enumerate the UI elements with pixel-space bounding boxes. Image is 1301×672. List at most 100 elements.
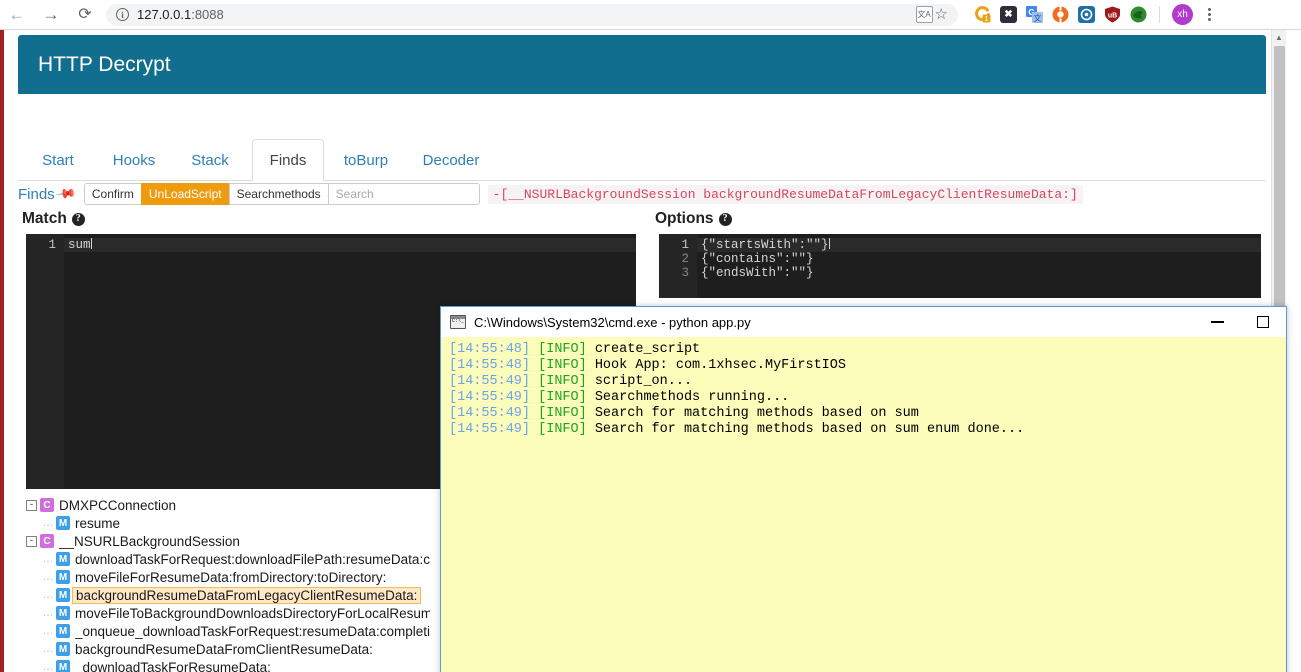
extension-green-dragon-icon[interactable] (1130, 6, 1147, 23)
line-number: 1 (48, 238, 56, 252)
help-icon[interactable]: ? (71, 212, 85, 226)
tab-finds[interactable]: Finds (252, 139, 324, 182)
tree-branch: … (42, 589, 55, 601)
browser-toolbar: ← → ⟳ i 127.0.0.1:8088 文A ☆ 1 ✖ G文 uB xh (0, 0, 1301, 30)
tab-label: toBurp (343, 152, 389, 169)
match-panel-title: Match ? (22, 210, 85, 228)
console-log-line: [14:55:49] [INFO] script_on... (449, 374, 1286, 390)
tree-item-label: backgroundResumeDataFromLegacyClientResu… (72, 586, 422, 604)
finds-toolbar: Finds 📌 Confirm UnLoadScript Searchmetho… (18, 182, 1083, 206)
help-icon[interactable]: ? (718, 212, 732, 226)
match-title-text: Match (22, 210, 67, 227)
tree-item-label: resume (75, 515, 121, 531)
profile-avatar[interactable]: xh (1172, 4, 1193, 25)
line-number: 3 (681, 266, 689, 280)
finds-section-label: Finds (18, 185, 55, 203)
log-message: Hook App: com.1xhsec.MyFirstIOS (586, 358, 846, 373)
unload-script-button[interactable]: UnLoadScript (140, 183, 229, 205)
tree-kind-badge: M (56, 624, 70, 638)
log-message: Search for matching methods based on sum… (586, 422, 1025, 437)
tree-branch: … (42, 607, 55, 619)
extension-google-translate-icon[interactable]: G文 (1026, 6, 1043, 23)
translate-icon[interactable]: 文A (915, 6, 933, 23)
tree-expander-icon[interactable]: - (26, 499, 37, 511)
tree-kind-badge: M (56, 660, 70, 672)
star-icon[interactable]: ☆ (935, 7, 948, 22)
tree-branch: … (42, 661, 55, 672)
tree-item[interactable]: … MbackgroundResumeDataFromClientResumeDa… (26, 640, 430, 658)
tree-item[interactable]: - C DMXPCConnection (26, 496, 430, 514)
tree-item[interactable]: … MdownloadTaskForRequest:downloadFilePat… (26, 550, 431, 568)
toolbar-divider (1159, 6, 1160, 23)
options-editor-code: {"startsWith":""} {"contains":""} {"ends… (701, 238, 1261, 280)
tab-decoder[interactable]: Decoder (410, 139, 492, 182)
tab-toburp[interactable]: toBurp (332, 139, 400, 182)
chrome-menu-icon[interactable] (1202, 8, 1217, 21)
tree-item[interactable]: - C __NSURLBackgroundSession (26, 532, 430, 550)
finds-button-group: Confirm UnLoadScript Searchmethods (83, 183, 480, 205)
extension-badge-c-icon[interactable]: 1 (974, 6, 991, 23)
search-methods-button[interactable]: Searchmethods (228, 183, 328, 205)
app-header: HTTP Decrypt (18, 35, 1266, 94)
tree-item-label: backgroundResumeDataFromClientResumeData… (75, 641, 373, 657)
tab-hooks[interactable]: Hooks (102, 139, 166, 182)
tab-label: Stack (191, 152, 229, 169)
tree-branch: … (42, 571, 55, 583)
svg-text:uB: uB (1108, 13, 1117, 20)
minimize-button[interactable] (1194, 307, 1240, 337)
screen-root: ← → ⟳ i 127.0.0.1:8088 文A ☆ 1 ✖ G文 uB xh… (0, 0, 1301, 672)
tree-item[interactable]: … M _downloadTaskForResumeData: (26, 658, 430, 672)
extension-blue-circle-icon[interactable] (1078, 6, 1095, 23)
extension-x-icon[interactable]: ✖ (1000, 6, 1017, 23)
code-line: sum (68, 238, 92, 252)
options-editor[interactable]: 1 2 3 {"startsWith":""} {"contains":""} … (659, 234, 1261, 298)
selected-selector: -[__NSURLBackgroundSession backgroundRes… (487, 184, 1083, 204)
tree-item[interactable]: … M _onqueue_downloadTaskForRequest:resume… (26, 622, 431, 640)
forward-button[interactable]: → (34, 1, 68, 29)
options-editor-gutter: 1 2 3 (659, 234, 697, 298)
address-bar-url: 127.0.0.1:8088 (137, 7, 224, 22)
options-title-text: Options (655, 210, 714, 227)
svg-text:1: 1 (985, 16, 989, 23)
log-message: Searchmethods running... (586, 390, 790, 405)
tree-item-label: downloadTaskForRequest:downloadFilePath:… (75, 551, 430, 567)
cmd-console-output[interactable]: [14:55:48] [INFO] create_script [14:55:48… (441, 337, 1286, 672)
back-button[interactable]: ← (0, 1, 34, 29)
tab-label: Hooks (112, 152, 156, 169)
tree-item[interactable]: … MmoveFileToBackgroundDownloadsDirectory… (26, 604, 431, 622)
scroll-up-arrow[interactable]: ▲ (1272, 30, 1286, 45)
console-log-line: [14:55:48] [INFO] create_script (449, 342, 1286, 358)
reload-button[interactable]: ⟳ (68, 1, 102, 29)
address-bar[interactable]: i 127.0.0.1:8088 文A ☆ (106, 3, 958, 26)
line-number: 2 (681, 252, 689, 266)
extension-shield-ub-icon[interactable]: uB (1104, 6, 1121, 23)
maximize-button[interactable] (1240, 307, 1286, 337)
extension-orange-circle-icon[interactable] (1052, 6, 1069, 23)
methods-tree[interactable]: - C DMXPCConnection… Mresume - C __NSURLBackgr… (26, 496, 430, 672)
tab-stack[interactable]: Stack (180, 139, 240, 182)
confirm-button[interactable]: Confirm (83, 183, 141, 205)
tree-kind-badge: M (56, 516, 70, 530)
tree-item[interactable]: … MbackgroundResumeDataFromLegacyClientRe… (26, 586, 430, 604)
site-info-icon[interactable]: i (116, 8, 129, 21)
console-log-line: [14:55:48] [INFO] Hook App: com.1xhsec.M… (449, 358, 1286, 374)
tree-kind-badge: C (40, 498, 54, 512)
tree-item[interactable]: … MmoveFileForResumeData:fromDirectory:to… (26, 568, 430, 586)
console-log-line: [14:55:49] [INFO] Searchmethods running.… (449, 390, 1286, 406)
tab-label: Finds (269, 152, 307, 169)
cmd-window-title: C:\Windows\System32\cmd.exe - python app… (474, 314, 751, 330)
tree-item-label: moveFileForResumeData:fromDirectory:toDi… (75, 569, 387, 585)
tree-branch: … (42, 517, 55, 529)
pin-icon[interactable]: 📌 (54, 183, 77, 206)
log-level: [INFO] (538, 390, 587, 405)
cmd-window[interactable]: C:\Windows\System32\cmd.exe - python app… (440, 306, 1287, 672)
tree-expander-icon[interactable]: - (26, 535, 37, 547)
cmd-window-titlebar[interactable]: C:\Windows\System32\cmd.exe - python app… (441, 307, 1286, 337)
console-log-line: [14:55:49] [INFO] Search for matching me… (449, 422, 1286, 438)
log-level: [INFO] (538, 406, 587, 421)
search-input[interactable] (327, 183, 480, 205)
code-line: {"endsWith":""} (701, 266, 814, 280)
tab-start[interactable]: Start (30, 139, 86, 182)
log-timestamp: [14:55:49] (449, 406, 531, 421)
tree-item[interactable]: … Mresume (26, 514, 430, 532)
